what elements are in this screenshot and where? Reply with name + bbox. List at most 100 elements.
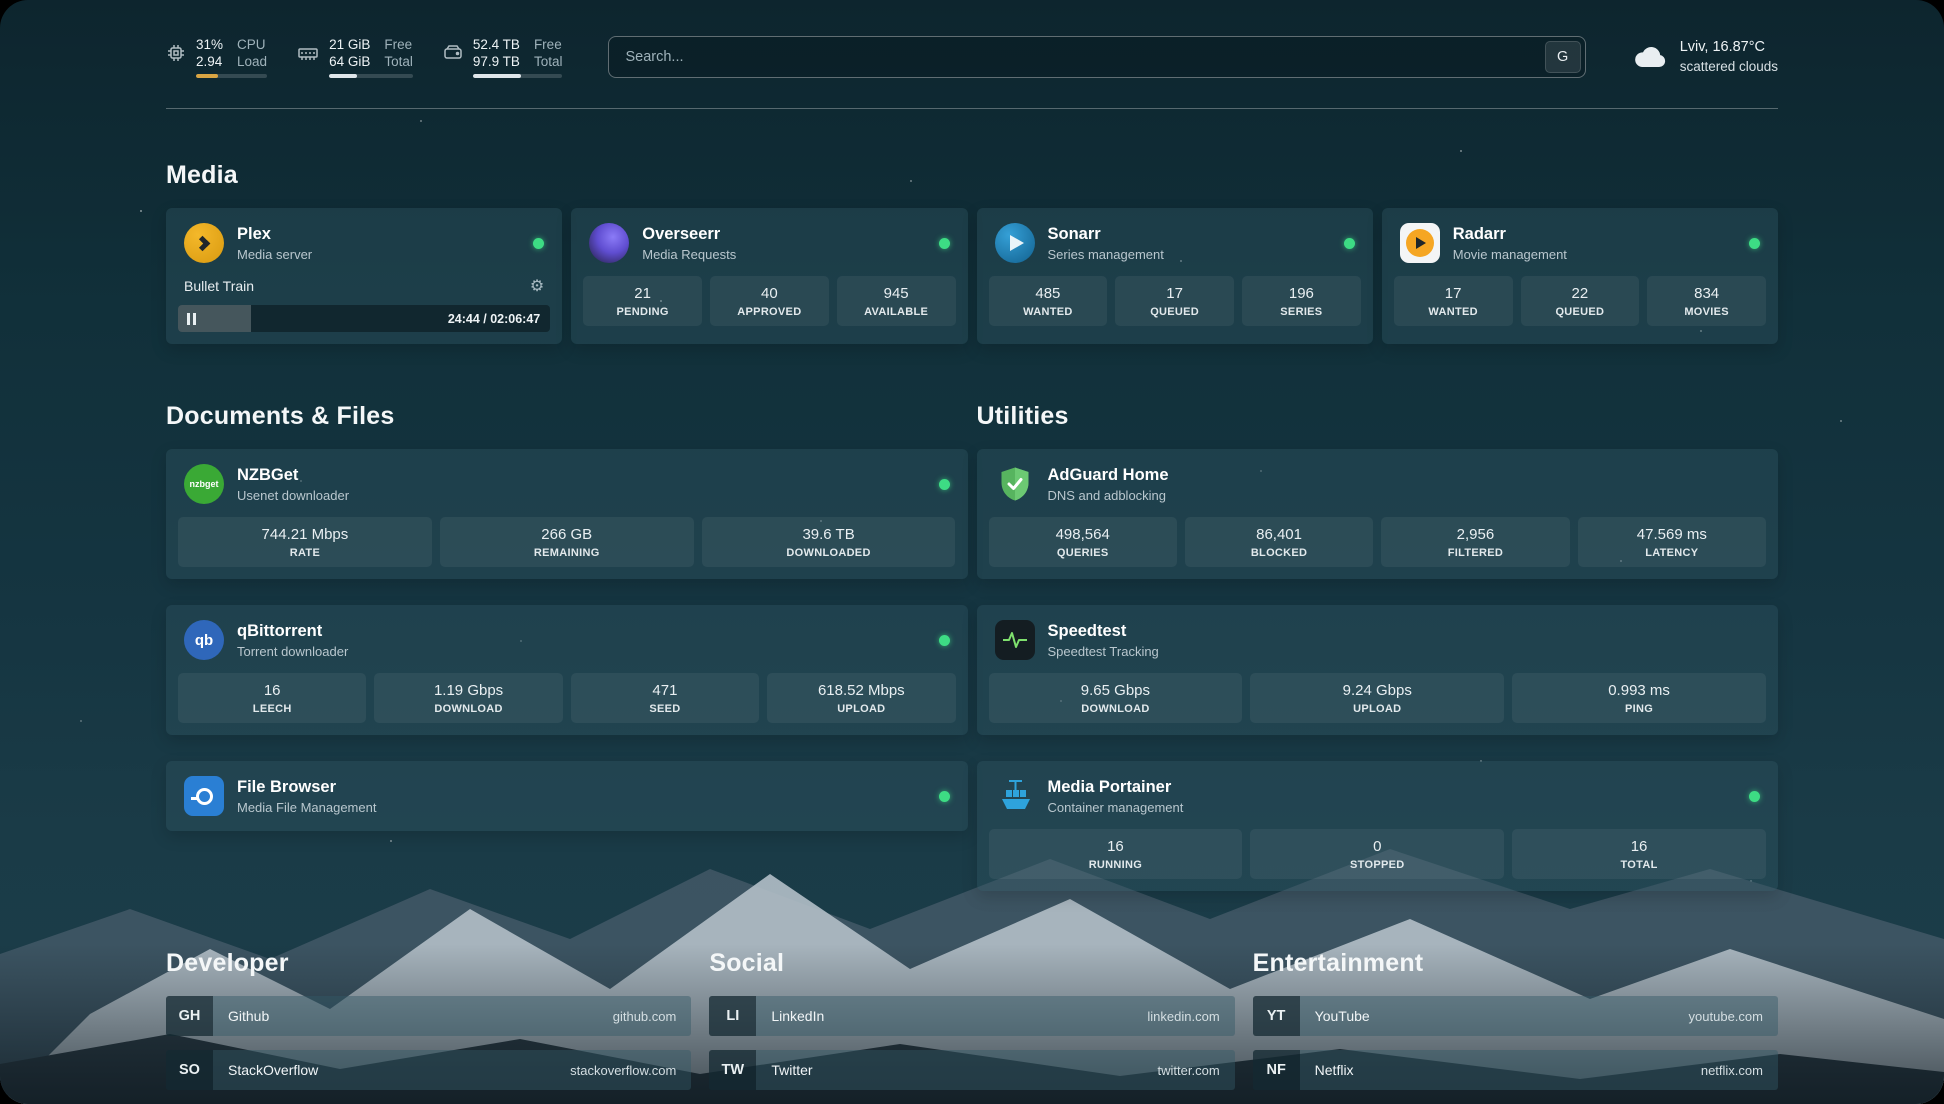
app-card-radarr[interactable]: Radarr Movie management 17WANTED 22QUEUE… (1382, 208, 1778, 344)
app-description: Media server (237, 247, 520, 262)
status-online-dot (939, 479, 950, 490)
section-title-utilities: Utilities (977, 402, 1779, 431)
media-grid: Plex Media server Bullet Train ⚙ 24:44 /… (166, 208, 1778, 344)
app-description: Speedtest Tracking (1048, 644, 1761, 659)
cpu-load-value: 2.94 (196, 54, 223, 69)
stat-rate: 744.21 MbpsRATE (178, 517, 432, 567)
stat-stopped: 0STOPPED (1250, 829, 1504, 879)
app-card-qbittorrent[interactable]: qb qBittorrent Torrent downloader 16LEEC… (166, 605, 968, 735)
settings-gear-icon[interactable]: ⚙ (530, 276, 544, 296)
app-description: Media File Management (237, 800, 926, 815)
weather-condition: scattered clouds (1680, 58, 1778, 76)
stat-upload: 618.52 MbpsUPLOAD (767, 673, 955, 723)
stat-series: 196SERIES (1242, 276, 1361, 326)
sonarr-icon (995, 223, 1035, 263)
bookmark-name: YouTube (1315, 1008, 1370, 1024)
header-divider (166, 108, 1778, 109)
cpu-label-1: CPU (237, 37, 267, 52)
bookmark-url: netflix.com (1701, 1063, 1763, 1078)
app-description: Torrent downloader (237, 644, 926, 659)
app-card-nzbget[interactable]: nzbget NZBGet Usenet downloader 744.21 M… (166, 449, 968, 579)
bookmark-netflix[interactable]: NF Netflix netflix.com (1253, 1050, 1778, 1090)
status-online-dot (939, 791, 950, 802)
app-name: Speedtest (1048, 622, 1761, 641)
app-name: NZBGet (237, 466, 926, 485)
disk-label-1: Free (534, 37, 563, 52)
app-card-portainer[interactable]: Media Portainer Container management 16R… (977, 761, 1779, 891)
app-description: DNS and adblocking (1048, 488, 1761, 503)
filebrowser-icon (184, 776, 224, 816)
stat-queries: 498,564QUERIES (989, 517, 1177, 567)
system-stats: 31% 2.94 CPU Load (166, 37, 562, 78)
ram-total: 64 GiB (329, 54, 370, 69)
memory-icon (297, 43, 319, 63)
stat-wanted: 485WANTED (989, 276, 1108, 326)
disk-widget: 52.4 TB 97.9 TB Free Total (443, 37, 563, 78)
qbittorrent-icon: qb (184, 620, 224, 660)
plex-now-playing-title: Bullet Train (184, 278, 254, 294)
status-online-dot (1749, 238, 1760, 249)
app-name: Sonarr (1048, 225, 1331, 244)
radarr-icon (1400, 223, 1440, 263)
app-name: Plex (237, 225, 520, 244)
search-input[interactable] (608, 36, 1585, 78)
status-online-dot (1749, 791, 1760, 802)
bookmark-url: youtube.com (1689, 1009, 1763, 1024)
cloud-icon (1632, 43, 1668, 71)
stat-approved: 40APPROVED (710, 276, 829, 326)
bookmark-github[interactable]: GH Github github.com (166, 996, 691, 1036)
bookmark-group-developer: Developer GH Github github.com SO StackO… (166, 949, 691, 1104)
bookmark-youtube[interactable]: YT YouTube youtube.com (1253, 996, 1778, 1036)
cpu-widget: 31% 2.94 CPU Load (166, 37, 267, 78)
stat-download: 1.19 GbpsDOWNLOAD (374, 673, 562, 723)
adguard-icon (995, 464, 1035, 504)
overseerr-icon (589, 223, 629, 263)
section-title-documents: Documents & Files (166, 402, 968, 431)
stat-seed: 471SEED (571, 673, 759, 723)
bookmark-linkedin[interactable]: LI LinkedIn linkedin.com (709, 996, 1234, 1036)
status-online-dot (939, 238, 950, 249)
bookmark-abbr: YT (1253, 996, 1300, 1036)
search-engine-button[interactable]: G (1545, 41, 1581, 73)
weather-location: Lviv, 16.87°C (1680, 38, 1778, 58)
cpu-icon (166, 43, 186, 63)
app-card-plex[interactable]: Plex Media server Bullet Train ⚙ 24:44 /… (166, 208, 562, 344)
nzbget-icon: nzbget (184, 464, 224, 504)
app-card-sonarr[interactable]: Sonarr Series management 485WANTED 17QUE… (977, 208, 1373, 344)
bookmark-stackoverflow[interactable]: SO StackOverflow stackoverflow.com (166, 1050, 691, 1090)
bookmark-name: Github (228, 1008, 269, 1024)
app-card-filebrowser[interactable]: File Browser Media File Management (166, 761, 968, 831)
app-card-adguard[interactable]: AdGuard Home DNS and adblocking 498,564Q… (977, 449, 1779, 579)
stat-downloaded: 39.6 TBDOWNLOADED (702, 517, 956, 567)
ram-progress-bar (329, 74, 413, 78)
top-bar: 31% 2.94 CPU Load (166, 36, 1778, 78)
stat-total: 16TOTAL (1512, 829, 1766, 879)
stat-leech: 16LEECH (178, 673, 366, 723)
disk-icon (443, 43, 463, 63)
stat-upload: 9.24 GbpsUPLOAD (1250, 673, 1504, 723)
bookmark-name: Twitter (771, 1062, 812, 1078)
app-description: Media Requests (642, 247, 925, 262)
cpu-label-2: Load (237, 54, 267, 69)
app-card-overseerr[interactable]: Overseerr Media Requests 21PENDING 40APP… (571, 208, 967, 344)
stat-running: 16RUNNING (989, 829, 1243, 879)
bookmark-twitter[interactable]: TW Twitter twitter.com (709, 1050, 1234, 1090)
bookmark-url: linkedin.com (1147, 1009, 1219, 1024)
app-name: Overseerr (642, 225, 925, 244)
cpu-percent: 31% (196, 37, 223, 52)
stat-filtered: 2,956FILTERED (1381, 517, 1569, 567)
bookmark-url: twitter.com (1158, 1063, 1220, 1078)
app-description: Usenet downloader (237, 488, 926, 503)
app-card-speedtest[interactable]: Speedtest Speedtest Tracking 9.65 GbpsDO… (977, 605, 1779, 735)
bookmark-abbr: LI (709, 996, 756, 1036)
stat-ping: 0.993 msPING (1512, 673, 1766, 723)
plex-playback-time: 24:44 / 02:06:47 (448, 312, 550, 326)
ram-label-2: Total (384, 54, 413, 69)
stat-available: 945AVAILABLE (837, 276, 956, 326)
pause-icon[interactable] (187, 313, 196, 325)
disk-free: 52.4 TB (473, 37, 520, 52)
search-bar: G (608, 36, 1585, 78)
bookmark-abbr: TW (709, 1050, 756, 1090)
plex-playback-bar[interactable]: 24:44 / 02:06:47 (178, 305, 550, 332)
section-title-entertainment: Entertainment (1253, 949, 1778, 978)
